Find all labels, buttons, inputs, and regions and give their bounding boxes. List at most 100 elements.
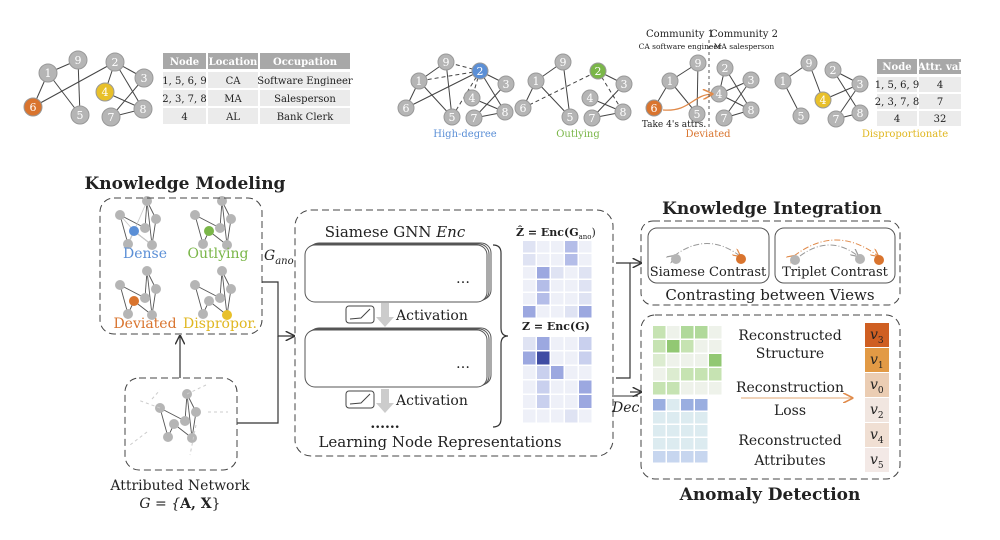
graph-node xyxy=(115,280,125,290)
matrix-cell xyxy=(579,254,592,266)
encoder-footer: Learning Node Representations xyxy=(318,433,561,451)
matrix-cell xyxy=(653,412,666,424)
matrix-cell xyxy=(579,241,592,253)
matrix-cell xyxy=(565,380,578,394)
table-cell-text: 32 xyxy=(934,114,947,125)
graph-node-label: 3 xyxy=(621,78,628,91)
z-hat-sub: ano xyxy=(579,233,592,241)
matrix-cell xyxy=(523,280,536,292)
matrix-cell xyxy=(551,306,564,318)
diagram-svg: 1234567891234567 891234567 891234567891234… xyxy=(23,29,962,512)
graph-node-label: 5 xyxy=(77,109,84,122)
matrix-cell xyxy=(551,267,564,279)
reconstructed-attribute-matrix xyxy=(653,399,708,463)
matrix-cell xyxy=(565,337,578,350)
graph-node-label: 9 xyxy=(695,57,702,70)
matrix-cell xyxy=(579,280,592,292)
matrix-cell xyxy=(565,351,578,365)
triplet-positive-arc xyxy=(799,244,858,256)
graph-node-label: 2 xyxy=(477,65,484,78)
graph-node-label: 8 xyxy=(502,106,509,119)
graph-node-label: 9 xyxy=(443,56,450,69)
matrix-cell xyxy=(537,337,550,350)
matrix-cell xyxy=(681,438,694,450)
matrix-cell xyxy=(695,438,708,450)
dec-label: Dec xyxy=(611,400,640,416)
matrix-cell xyxy=(579,395,592,408)
km-deviated-label: Deviated xyxy=(113,316,176,332)
matrix-cell xyxy=(523,395,536,408)
formula-lhs: G = { xyxy=(139,496,180,512)
graph-node xyxy=(204,226,214,236)
reconstructed-structure-matrix xyxy=(653,326,722,395)
loss-label-1: Reconstruction xyxy=(736,380,844,396)
matrix-cell xyxy=(695,451,708,463)
graph-node xyxy=(226,284,236,294)
structure-label-2: Structure xyxy=(756,346,824,362)
graph-node xyxy=(140,293,150,303)
km-dense-label: Dense xyxy=(123,246,167,262)
graph-node-label: 1 xyxy=(533,75,540,88)
graph-edge xyxy=(146,270,153,316)
graph-node-label: 4 xyxy=(102,86,109,99)
matrix-cell xyxy=(653,451,666,463)
matrix-cell xyxy=(523,293,536,305)
encoder-title: Siamese GNN Enc xyxy=(325,223,466,241)
matrix-cell xyxy=(537,380,550,394)
matrix-cell xyxy=(681,451,694,463)
siamese-contrast-label: Siamese Contrast xyxy=(650,265,767,280)
graph-node xyxy=(190,210,200,220)
matrix-cell xyxy=(695,326,708,339)
node-index: 0 xyxy=(878,386,884,396)
matrix-cell xyxy=(667,354,680,367)
table-header-text: Node xyxy=(170,57,199,68)
take-attrs-label: Take 4's attrs. xyxy=(642,120,707,130)
graph-node-label: 7 xyxy=(589,112,596,125)
matrix-cell xyxy=(551,280,564,292)
formula-rhs: } xyxy=(212,496,221,512)
matrix-cell xyxy=(667,340,680,353)
matrix-cell xyxy=(667,368,680,381)
matrix-cell xyxy=(695,368,708,381)
deviated-label: Deviated xyxy=(685,129,731,140)
table-cell-text: 1, 5, 6, 9 xyxy=(875,80,920,91)
graph-edge xyxy=(146,200,153,246)
z-hat-close: ) xyxy=(592,226,596,239)
table-cell-text: 4 xyxy=(894,114,900,125)
matrix-cell xyxy=(579,409,592,423)
attributed-network-formula: G = {A, X} xyxy=(139,496,220,512)
matrix-cell xyxy=(523,366,536,379)
table-cell-text: 7 xyxy=(937,97,943,108)
table-cell-text: Bank Clerk xyxy=(277,112,335,123)
contrasting-footer: Contrasting between Views xyxy=(665,286,874,304)
matrix-cell xyxy=(565,254,578,266)
high-degree-label: High-degree xyxy=(433,129,497,140)
node-icon xyxy=(671,254,681,264)
matrix-cell xyxy=(695,340,708,353)
graph-node-label: 9 xyxy=(560,56,567,69)
matrix-cell xyxy=(695,425,708,437)
graph-node-label: 2 xyxy=(830,64,837,77)
graph-node xyxy=(169,419,179,429)
activation-icon xyxy=(345,390,375,409)
matrix-cell xyxy=(681,368,694,381)
network-to-encoder-connector xyxy=(237,336,279,424)
table-cell-text: Salesperson xyxy=(274,94,336,105)
matrix-cell xyxy=(653,354,666,367)
layer2-ellipsis: … xyxy=(456,356,470,372)
matrix-cell xyxy=(681,412,694,424)
graph-node-label: 9 xyxy=(75,54,82,67)
activation-label: Activation xyxy=(395,393,468,409)
matrix-cell xyxy=(695,399,708,411)
feature-edge xyxy=(129,431,148,446)
anomaly-detection-title: Anomaly Detection xyxy=(679,485,861,505)
table-cell-text: 1, 5, 6, 9 xyxy=(162,76,207,87)
table-header-text: Location xyxy=(209,57,258,68)
triplet-contrast-label: Triplet Contrast xyxy=(782,265,889,280)
matrix-cell xyxy=(667,326,680,339)
matrix-cell xyxy=(695,382,708,395)
matrix-cell xyxy=(537,254,550,266)
table-cell-text: 4 xyxy=(181,112,187,123)
z-hat-label: Ẑ = Enc(Gano) xyxy=(516,225,596,241)
matrix-cell xyxy=(709,368,722,381)
